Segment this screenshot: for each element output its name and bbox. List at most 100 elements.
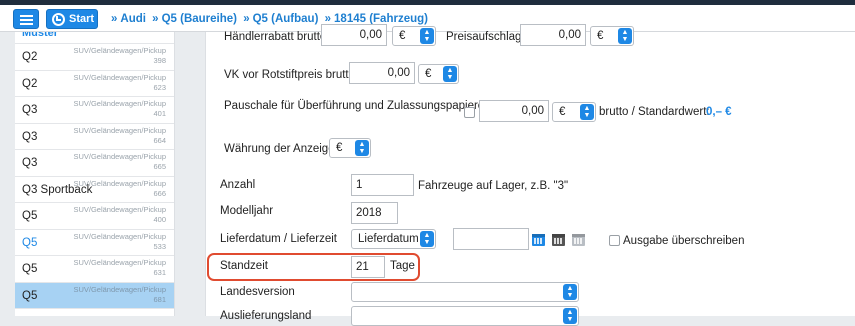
sidebar-item-name: Q2 (22, 77, 38, 90)
landesversion-select[interactable]: ▲ ▼ (351, 282, 579, 302)
sidebar-item-category: SUV/Geländewagen/Pickup (73, 231, 166, 241)
chevron-updown-icon: ▲ ▼ (563, 284, 577, 300)
sidebar-item-category: SUV/Geländewagen/Pickup (73, 99, 166, 108)
haendlerrabatt-currency-value: € (399, 30, 406, 42)
sidebar-item-meta: SUV/Geländewagen/Pickup 664 (73, 126, 166, 146)
sidebar-item-name: Q5 (22, 236, 38, 249)
breadcrumb-item-baureihe[interactable]: Q5 (Baureihe) (162, 13, 237, 25)
sidebar-item[interactable]: Q5 SUV/Geländewagen/Pickup 533 (15, 230, 174, 256)
sidebar-item-count: 631 (153, 268, 166, 277)
lieferdatum-select-value: Lieferdatum (358, 233, 419, 245)
sidebar-item-count: 665 (153, 162, 166, 171)
pauschale-standard-value: 0,– € (706, 106, 732, 118)
vk-input[interactable]: 0,00 (349, 62, 415, 84)
vk-currency-value: € (425, 68, 432, 80)
sidebar-item-count: 664 (153, 135, 166, 145)
sidebar-item-name: Q3 (22, 130, 38, 143)
modelljahr-label: Modelljahr (220, 205, 274, 217)
sidebar-item[interactable]: Q2 SUV/Geländewagen/Pickup 398 (15, 44, 174, 71)
chevron-updown-icon: ▲ ▼ (420, 231, 434, 247)
sidebar-item-count: 400 (153, 215, 166, 224)
lieferdatum-label: Lieferdatum / Lieferzeit (220, 233, 337, 245)
sidebar-item[interactable]: Q5 SUV/Geländewagen/Pickup 400 (15, 203, 174, 230)
breadcrumb-separator: » (111, 13, 118, 25)
preisaufschlag-label: Preisaufschlag (446, 31, 522, 43)
sidebar-item[interactable]: Q3 SUV/Geländewagen/Pickup 664 (15, 124, 174, 150)
sidebar-item-category: SUV/Geländewagen/Pickup (73, 125, 166, 135)
breadcrumb-item-audi[interactable]: Audi (120, 13, 146, 25)
calendar-week-icon[interactable] (552, 234, 565, 246)
sidebar-item[interactable]: Q3 SUV/Geländewagen/Pickup 401 (15, 97, 174, 124)
chevron-updown-icon: ▲ ▼ (355, 140, 369, 156)
sidebar-item-meta: SUV/Geländewagen/Pickup 665 (73, 152, 166, 172)
sidebar-item-count: 623 (153, 82, 166, 92)
sidebar-item-category: SUV/Geländewagen/Pickup (73, 205, 166, 214)
calendar-icon[interactable] (532, 234, 545, 246)
anzahl-input[interactable]: 1 (351, 174, 414, 196)
sidebar-item-category: SUV/Geländewagen/Pickup (73, 46, 166, 55)
sidebar-item[interactable]: Q2 SUV/Geländewagen/Pickup 623 (15, 71, 174, 97)
lieferdatum-input[interactable] (453, 228, 529, 250)
sidebar-item-name: Q5 (22, 289, 38, 302)
sidebar-item-meta: SUV/Geländewagen/Pickup 666 (73, 179, 166, 199)
vk-label: VK vor Rotstiftpreis brutto (224, 69, 356, 81)
chevron-updown-icon: ▲ ▼ (420, 28, 434, 44)
sidebar-item-category: SUV/Geländewagen/Pickup (73, 72, 166, 82)
pauschale-input[interactable]: 0,00 (479, 100, 549, 122)
pauschale-currency-select[interactable]: € ▲ ▼ (552, 102, 596, 122)
calendar-range-icon[interactable] (572, 234, 585, 246)
pauschale-checkbox[interactable] (464, 107, 475, 118)
sidebar-item-count: 398 (153, 56, 166, 65)
anzahl-hint: Fahrzeuge auf Lager, z.B. "3" (418, 180, 569, 192)
sidebar-header: Muster (15, 32, 174, 44)
sidebar-item-category: SUV/Geländewagen/Pickup (73, 178, 166, 188)
model-sidebar: Muster Q2 SUV/Geländewagen/Pickup 398 Q2 SUV… (15, 32, 175, 316)
waehrung-value: € (336, 142, 343, 154)
sidebar-item[interactable]: Q3 SUV/Geländewagen/Pickup 665 (15, 150, 174, 177)
lieferdatum-select[interactable]: Lieferdatum ▲ ▼ (351, 229, 436, 249)
sidebar-item-meta: SUV/Geländewagen/Pickup 401 (73, 99, 166, 119)
sidebar-item-name: Q5 (22, 263, 38, 275)
waehrung-label: Währung der Anzeige (224, 143, 335, 155)
auslieferungsland-select[interactable]: ▲ ▼ (351, 306, 579, 326)
sidebar-item-meta: SUV/Geländewagen/Pickup 400 (73, 205, 166, 225)
haendlerrabatt-label: Händlerrabatt brutto (224, 31, 327, 43)
sidebar-item-category: SUV/Geländewagen/Pickup (73, 258, 166, 267)
sidebar-item-name: Q5 (22, 210, 38, 222)
sidebar-item-category: SUV/Geländewagen/Pickup (73, 284, 166, 294)
breadcrumb-separator: » (152, 13, 159, 25)
vk-currency-select[interactable]: € ▲ ▼ (418, 64, 459, 84)
sidebar-item[interactable]: Q5 SUV/Geländewagen/Pickup 631 (15, 256, 174, 283)
start-label: Start (69, 13, 95, 25)
sidebar-item[interactable]: Q3 Sportback SUV/Geländewagen/Pickup 666 (15, 177, 174, 203)
sidebar-item-meta: SUV/Geländewagen/Pickup 681 (73, 285, 166, 305)
sidebar-item-meta: SUV/Geländewagen/Pickup 533 (73, 232, 166, 252)
sidebar-item-count: 666 (153, 188, 166, 198)
preisaufschlag-currency-select[interactable]: € ▲ ▼ (590, 26, 634, 46)
list-icon (20, 15, 33, 27)
sidebar-list: Q2 SUV/Geländewagen/Pickup 398 Q2 SUV/Geländ… (15, 44, 174, 309)
auslieferungsland-label: Auslieferungsland (220, 310, 312, 322)
breadcrumb-item-aufbau[interactable]: Q5 (Aufbau) (253, 13, 319, 25)
haendlerrabatt-currency-select[interactable]: € ▲ ▼ (392, 26, 436, 46)
start-button[interactable]: Start (46, 9, 98, 29)
sidebar-item-count: 401 (153, 109, 166, 118)
breadcrumb-separator: » (243, 13, 250, 25)
modelljahr-input[interactable]: 2018 (351, 202, 398, 224)
pauschale-currency-value: € (559, 106, 566, 118)
haendlerrabatt-input[interactable]: 0,00 (321, 24, 387, 46)
landesversion-label: Landesversion (220, 286, 295, 298)
sidebar-item-name: Q3 (22, 104, 38, 116)
preisaufschlag-currency-value: € (597, 30, 604, 42)
sidebar-item-count: 533 (153, 241, 166, 251)
preisaufschlag-input[interactable]: 0,00 (520, 24, 586, 46)
sidebar-item-name: Q3 (22, 157, 38, 169)
ausgabe-checkbox[interactable] (609, 235, 620, 246)
dashboard-icon (52, 13, 65, 26)
anzahl-label: Anzahl (220, 179, 256, 191)
menu-button[interactable] (13, 9, 39, 29)
sidebar-item[interactable]: Q5 SUV/Geländewagen/Pickup 681 (15, 282, 174, 309)
waehrung-select[interactable]: € ▲ ▼ (329, 138, 371, 158)
sidebar-item-count: 681 (153, 294, 166, 304)
chevron-updown-icon: ▲ ▼ (443, 66, 457, 82)
